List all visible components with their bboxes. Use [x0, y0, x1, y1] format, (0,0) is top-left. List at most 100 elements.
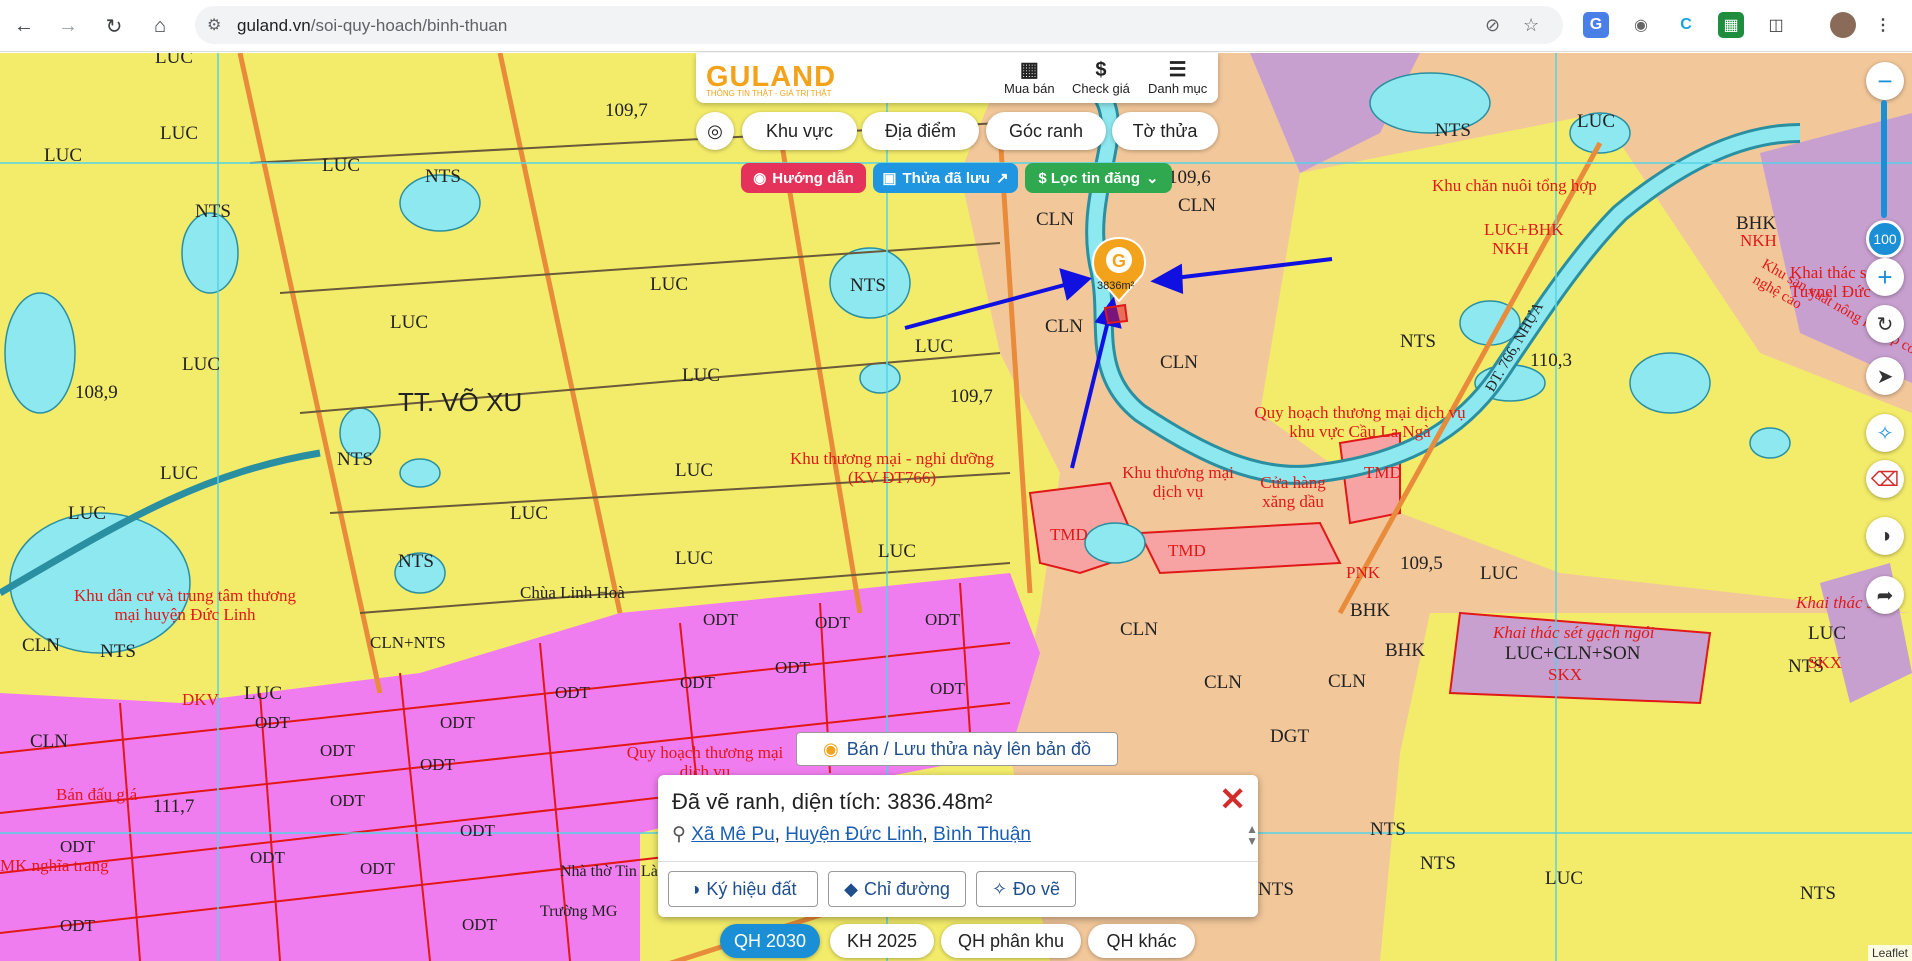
profile-avatar[interactable] [1830, 12, 1856, 38]
map-label: NTS [398, 551, 434, 572]
guide-button[interactable]: ◉ Hướng dẫn [741, 163, 866, 193]
tab-kh-2025[interactable]: KH 2025 [830, 924, 934, 958]
map-label: ODT [775, 658, 810, 677]
share-button[interactable]: ➦ [1866, 576, 1904, 614]
map-label-school: Trường MG [540, 903, 618, 920]
commune-link[interactable]: Xã Mê Pu [691, 824, 774, 845]
close-icon[interactable]: ✕ [1219, 780, 1246, 818]
camera-extension-icon[interactable]: ◉ [1628, 12, 1654, 38]
tab-qh-phan-khu[interactable]: QH phân khu [941, 924, 1081, 958]
check-price-button[interactable]: $ Check giá [1072, 59, 1130, 96]
tab-khu-vuc[interactable]: Khu vực [742, 112, 857, 150]
divider [658, 861, 1258, 862]
sheets-extension-icon[interactable]: ▦ [1718, 12, 1744, 38]
zoom-out-button[interactable]: − [1866, 62, 1904, 100]
map-label: ODT [930, 679, 965, 698]
tab-to-thua[interactable]: Tờ thửa [1112, 112, 1218, 150]
sell-save-parcel-button[interactable]: ◉ Bán / Lưu thửa này lên bản đồ [796, 732, 1118, 766]
map-label: NTS [1400, 331, 1436, 352]
buy-sell-button[interactable]: ▦ Mua bán [1004, 59, 1055, 96]
map-label: NTS [1435, 120, 1471, 141]
minus-icon: − [1877, 65, 1893, 96]
tab-qh-2030[interactable]: QH 2030 [720, 924, 820, 958]
map-label: LUC [675, 548, 713, 569]
zoom-level-badge[interactable]: 100 [1866, 220, 1904, 258]
map-label: ODT [420, 755, 455, 774]
map-label: LUC [244, 683, 282, 704]
map-label: 111,7 [153, 796, 195, 817]
plus-icon: + [1877, 261, 1893, 292]
puzzle-extension-icon[interactable]: ◫ [1763, 12, 1789, 38]
menu-button[interactable]: ☰ Danh mục [1148, 59, 1207, 96]
c-extension-icon[interactable]: C [1673, 12, 1699, 38]
map-label: NTS [1420, 853, 1456, 874]
map-label: ODT [360, 859, 395, 878]
map-label: ODT [440, 713, 475, 732]
province-link[interactable]: Bình Thuận [933, 824, 1031, 845]
zoom-in-button[interactable]: + [1866, 258, 1904, 296]
map-label: ODT [462, 915, 497, 934]
map-label: LUC [1480, 563, 1518, 584]
map-label: ODT [555, 683, 590, 702]
navigate-button[interactable]: ➤ [1866, 357, 1904, 395]
map-label-pagoda: Chùa Linh Hoà [520, 583, 625, 602]
navigation-arrow-icon: ➤ [1876, 365, 1894, 388]
bookmark-star-icon[interactable]: ☆ [1523, 15, 1539, 36]
map-label: SKX [1548, 665, 1583, 684]
map-label: TMD [1050, 525, 1088, 544]
land-symbol-button[interactable]: ◑ Ký hiệu đất [668, 871, 818, 907]
kebab-menu-icon[interactable]: ⋮ [1870, 12, 1896, 38]
zone-label: Khu thương mại - nghỉ dưỡng (KV ĐT766) [789, 449, 995, 487]
map-label: ODT [925, 610, 960, 629]
measure-button[interactable]: ✧ Đo vẽ [976, 871, 1076, 907]
map-pin-icon: ⚲ [672, 824, 686, 845]
directions-button[interactable]: ◆ Chỉ đường [828, 871, 966, 907]
tab-goc-ranh[interactable]: Góc ranh [986, 112, 1106, 150]
url-text[interactable]: guland.vn/soi-quy-hoach/binh-thuan [237, 16, 507, 36]
leaflet-attribution[interactable]: Leaflet [1867, 945, 1912, 961]
reload-icon[interactable]: ↻ [98, 10, 130, 42]
address-bar[interactable]: ⚙ guland.vn/soi-quy-hoach/binh-thuan ⊘ ☆ [195, 6, 1563, 44]
popup-scrollbar[interactable]: ▲ ▼ [1246, 823, 1258, 847]
map-label: CLN [22, 635, 60, 656]
district-link[interactable]: Huyện Đức Linh [785, 824, 922, 845]
tab-qh-khac[interactable]: QH khác [1088, 924, 1195, 958]
refresh-icon: ↻ [1876, 313, 1894, 336]
map-label: NTS [195, 201, 231, 222]
filter-listings-button[interactable]: $ Lọc tin đăng ⌄ [1025, 163, 1172, 193]
color-palette-button[interactable]: ◑ [1866, 517, 1904, 555]
locate-button[interactable]: ◎ [696, 112, 734, 150]
zone-label: Bán đấu giá [56, 785, 138, 804]
home-icon[interactable]: ⌂ [144, 10, 176, 42]
map-label: CLN+NTS [370, 633, 446, 652]
map-label: LUC+CLN+SON [1505, 643, 1641, 664]
eye-off-icon[interactable]: ⊘ [1485, 15, 1500, 36]
map-label: LUC [878, 541, 916, 562]
map-label: LUC [322, 155, 360, 176]
tab-dia-diem[interactable]: Địa điểm [862, 112, 979, 150]
browser-toolbar: ← → ↻ ⌂ ⚙ guland.vn/soi-quy-hoach/binh-t… [0, 0, 1912, 52]
translate-extension-icon[interactable]: G [1583, 12, 1609, 38]
logo-tagline: THÔNG TIN THẬT - GIÁ TRỊ THẬT [706, 89, 832, 98]
map-label: ODT [460, 821, 495, 840]
back-arrow-icon[interactable]: ← [8, 10, 40, 42]
map-label: 109,5 [1400, 553, 1443, 574]
delete-button[interactable]: ⌫ [1866, 460, 1904, 498]
zoom-slider-track[interactable] [1881, 100, 1887, 218]
map-label: LUC [160, 123, 198, 144]
crosshair-icon: ◎ [707, 120, 723, 141]
svg-text:G: G [1112, 251, 1126, 271]
saved-parcels-button[interactable]: ▣ Thửa đã lưu ↗ [873, 163, 1018, 193]
measure-tool-button[interactable]: ✧ [1866, 414, 1904, 452]
map-label: LUC [68, 503, 106, 524]
forward-arrow-icon[interactable]: → [52, 10, 84, 42]
map-label: LUC [44, 145, 82, 166]
site-info-icon[interactable]: ⚙ [207, 15, 221, 35]
map-label: ODT [255, 713, 290, 732]
refresh-button[interactable]: ↻ [1866, 305, 1904, 343]
map-label: CLN [1328, 671, 1366, 692]
map-label: ODT [703, 610, 738, 629]
map-label: CLN [30, 731, 68, 752]
map-label: LUC [1577, 111, 1615, 132]
compass-icon: ✧ [1876, 422, 1894, 445]
